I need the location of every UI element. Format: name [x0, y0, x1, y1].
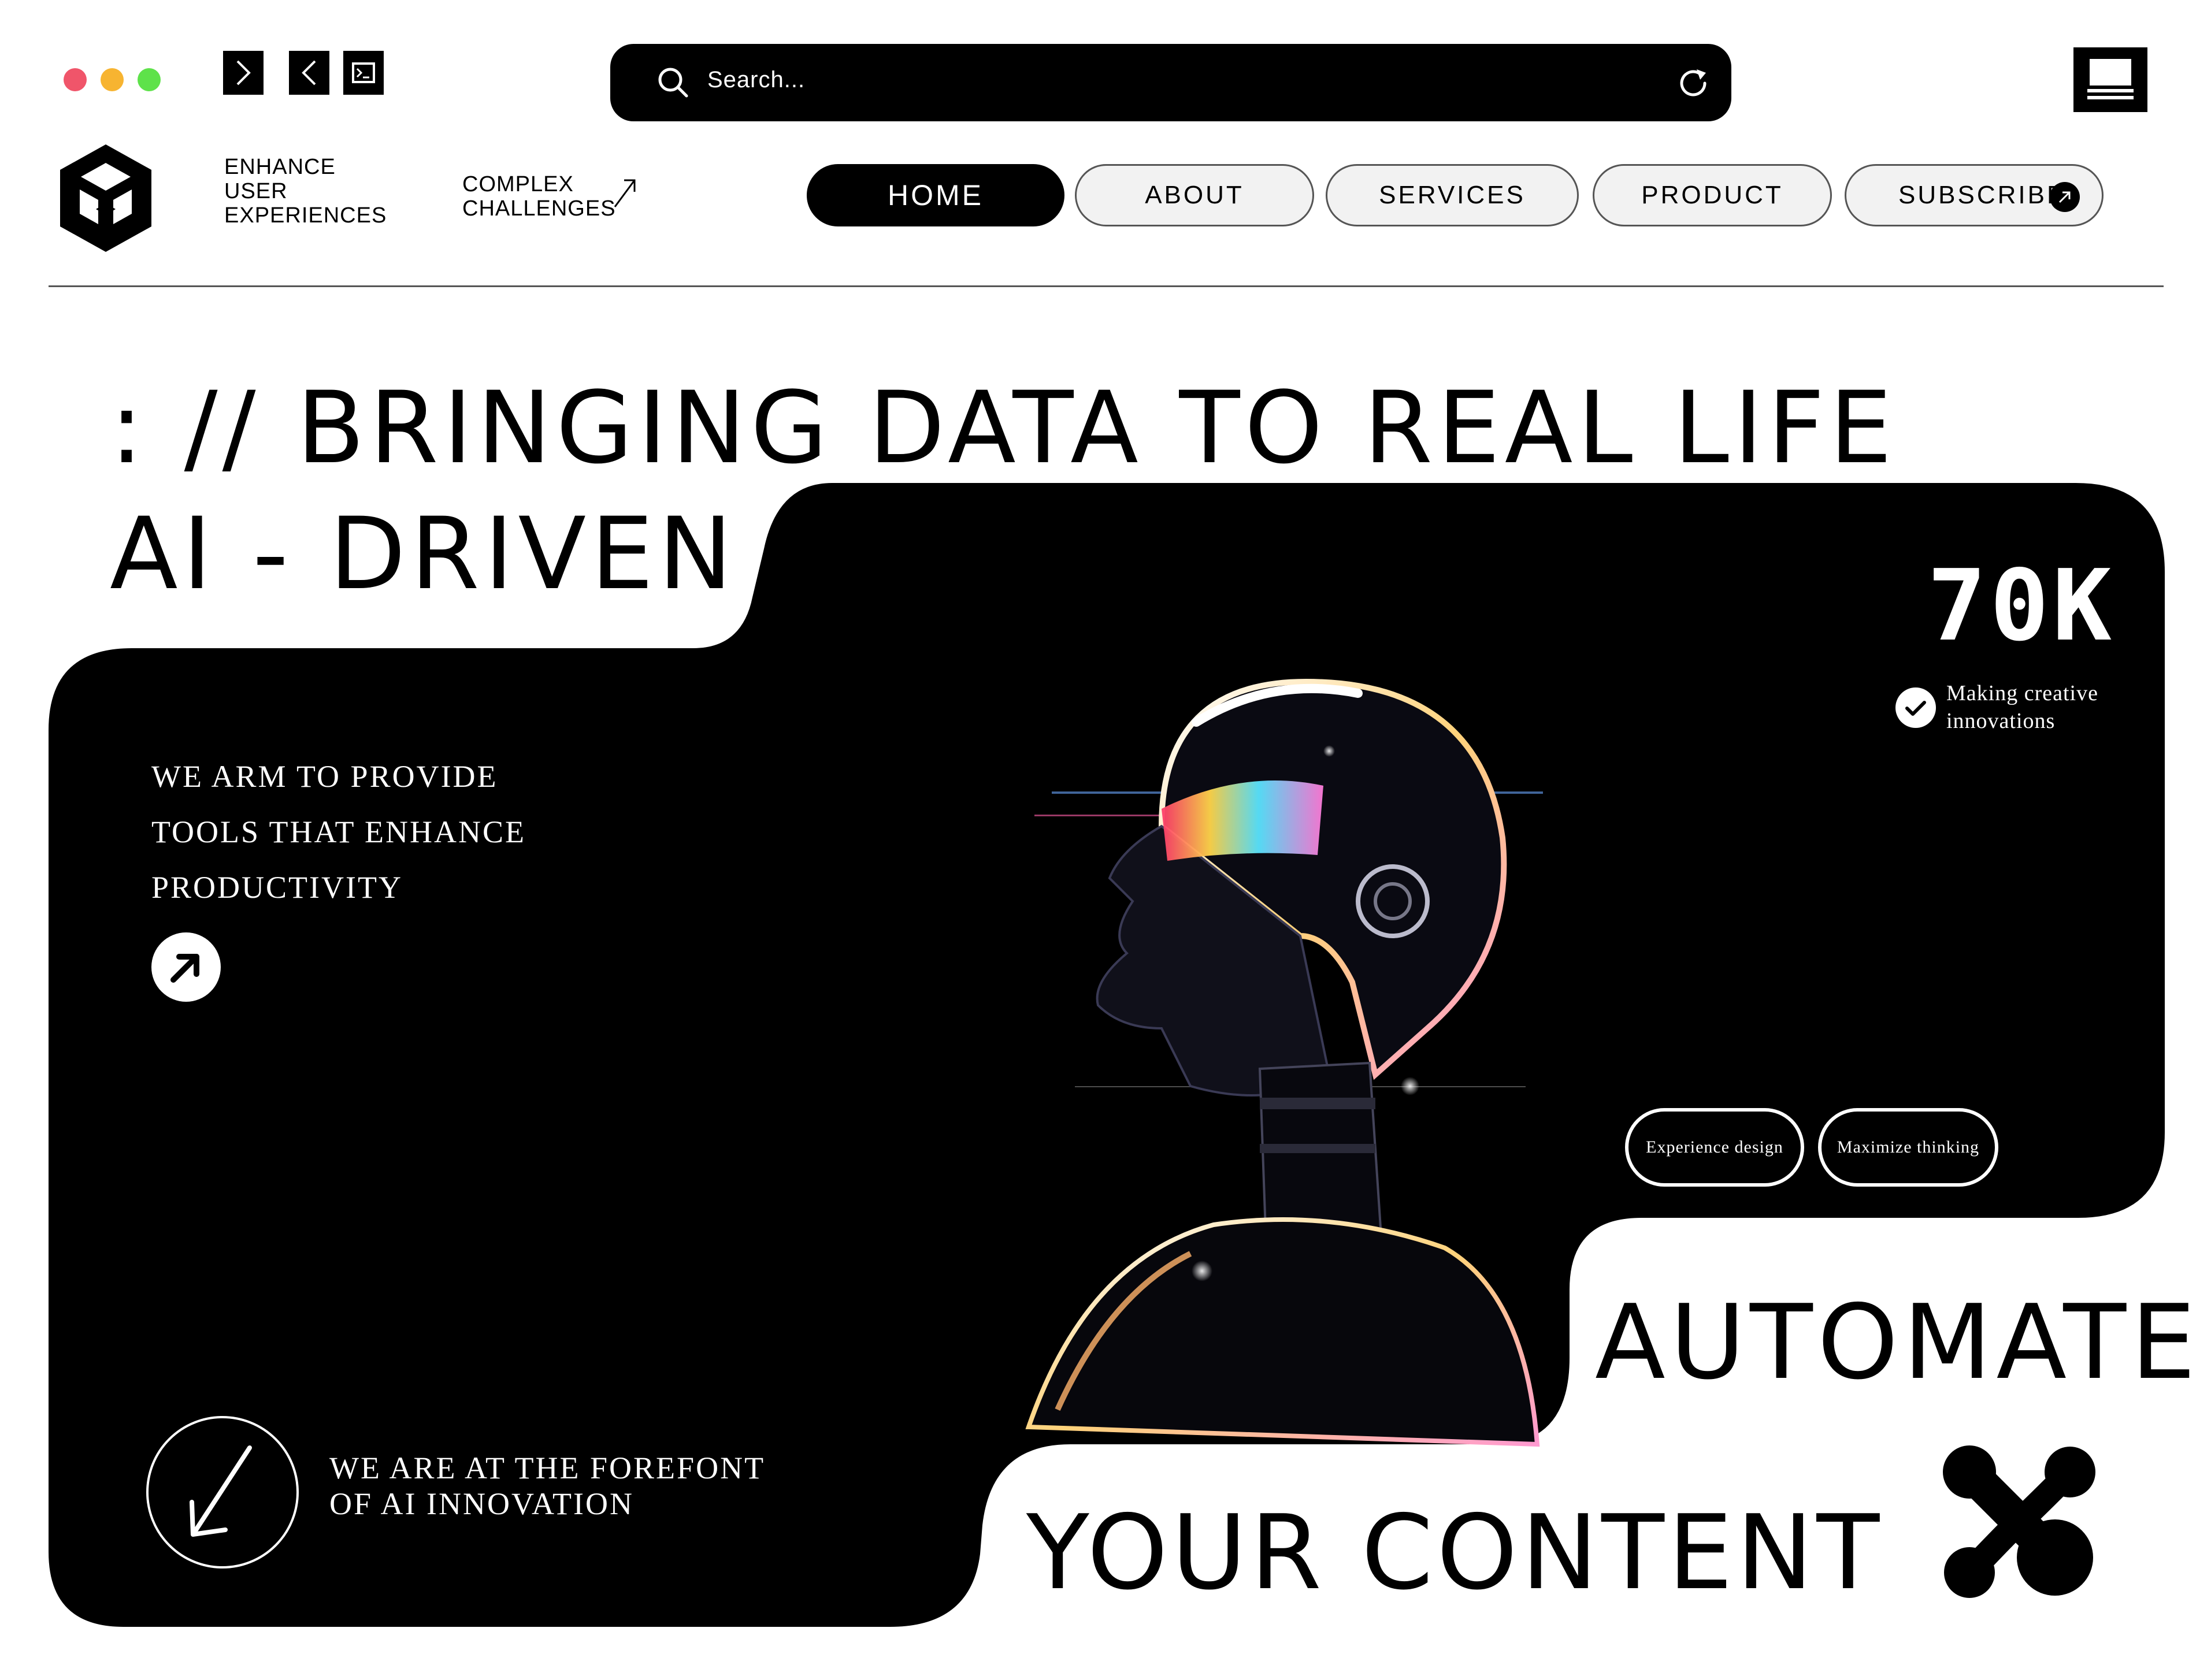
tag-experience-design[interactable]: Experience design	[1625, 1108, 1804, 1187]
forefront-text: WE ARE AT THE FOREFONT OF AI INNOVATION	[329, 1451, 766, 1521]
stat-value: 70K	[1927, 549, 2115, 663]
check-circle-icon	[1895, 687, 1936, 728]
intro-arrow-button[interactable]	[151, 932, 221, 1002]
stat-caption: Making creative innovations	[1946, 681, 2098, 733]
tag-maximize-thinking[interactable]: Maximize thinking	[1818, 1108, 1998, 1187]
network-icon	[1943, 1445, 2095, 1598]
arrow-down-left-icon[interactable]	[146, 1415, 299, 1569]
intro-text: WE ARM TO PROVIDE TOOLS THAT ENHANCE PRO…	[151, 759, 526, 905]
your-content-heading: YOUR CONTENT	[1026, 1493, 1883, 1612]
automate-heading: AUTOMATE	[1595, 1283, 2201, 1402]
